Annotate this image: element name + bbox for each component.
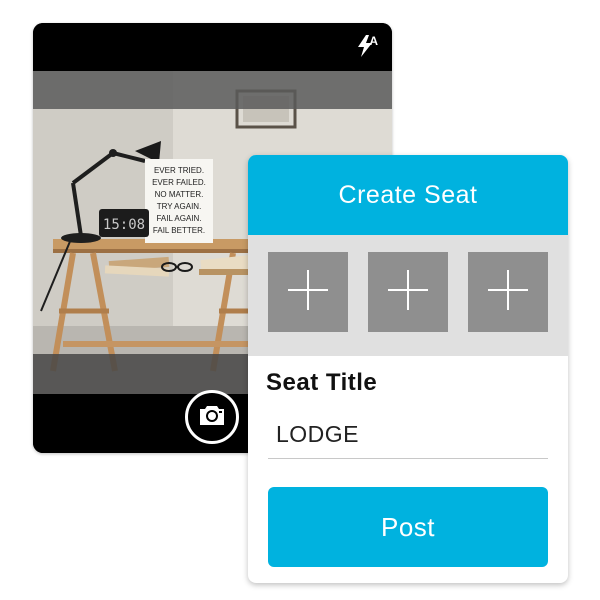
plus-icon bbox=[288, 269, 328, 315]
plus-icon bbox=[388, 269, 428, 315]
poster: EVER TRIED. EVER FAILED. NO MATTER. TRY … bbox=[145, 159, 213, 243]
flash-toggle[interactable]: A bbox=[352, 34, 378, 61]
add-photo-slot[interactable] bbox=[468, 252, 548, 332]
preview-top-mask bbox=[33, 71, 392, 109]
poster-line: TRY AGAIN. bbox=[157, 202, 202, 211]
post-button[interactable]: Post bbox=[268, 487, 548, 567]
poster-line: EVER TRIED. bbox=[154, 166, 204, 175]
poster-line: EVER FAILED. bbox=[152, 178, 206, 187]
seat-title-label: Seat Title bbox=[266, 369, 378, 396]
add-photo-slot[interactable] bbox=[368, 252, 448, 332]
shutter-button[interactable] bbox=[185, 390, 239, 444]
panel-title: Create Seat bbox=[248, 155, 568, 235]
poster-line: FAIL AGAIN. bbox=[156, 214, 201, 223]
add-photo-slot[interactable] bbox=[268, 252, 348, 332]
camera-icon bbox=[199, 404, 225, 431]
seat-title-input[interactable] bbox=[268, 411, 548, 459]
clock-icon: 15:08 bbox=[99, 209, 149, 237]
create-seat-panel: Create Seat Seat Title Post bbox=[248, 155, 568, 583]
plus-icon bbox=[488, 269, 528, 315]
clock-text: 15:08 bbox=[103, 217, 145, 233]
poster-line: FAIL BETTER. bbox=[153, 226, 205, 235]
poster-line: NO MATTER. bbox=[155, 190, 204, 199]
camera-top-bar: A bbox=[33, 23, 392, 71]
photo-slots bbox=[248, 235, 568, 356]
flash-mode-label: A bbox=[369, 34, 378, 48]
